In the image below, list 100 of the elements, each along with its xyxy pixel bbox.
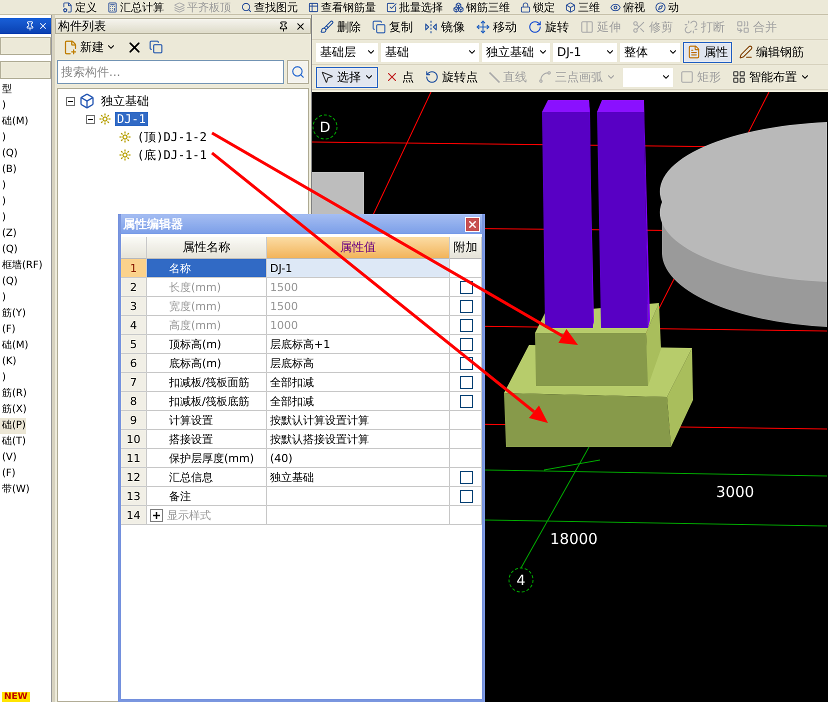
toolbar-button[interactable]: 动 [655, 0, 679, 14]
toolbar-button[interactable]: 旋转点 [421, 66, 482, 88]
toolbar-button[interactable]: 属性 [683, 42, 732, 62]
dropdown-field[interactable]: 基础 [381, 42, 479, 62]
dropdown-field[interactable]: DJ-1 [553, 42, 617, 62]
row-number: 2 [121, 278, 147, 297]
list-item[interactable]: (K) [0, 354, 16, 370]
new-badge: NEW [2, 692, 30, 702]
checkbox[interactable] [460, 490, 472, 502]
list-item[interactable]: ) [0, 194, 6, 210]
search-field[interactable]: 搜索构件... [57, 60, 284, 84]
list-item[interactable]: 带(W) [0, 482, 30, 498]
checkbox[interactable] [460, 376, 472, 388]
list-item[interactable]: 框墙(RF) [0, 258, 43, 274]
toolbar-button[interactable]: 移动 [472, 16, 521, 38]
checkbox[interactable] [460, 394, 472, 408]
row-number: 12 [121, 468, 147, 487]
list-item[interactable]: ) [0, 210, 6, 226]
list-item[interactable]: (V) [0, 450, 17, 466]
list-item[interactable]: 础(M) [0, 114, 28, 130]
property-value[interactable]: 按默认搭接设置计算 [267, 430, 450, 449]
list-item[interactable]: 筋(R) [0, 386, 27, 402]
list-item[interactable]: (F) [0, 466, 16, 482]
property-name: 汇总信息 [147, 468, 267, 487]
trim-icon [632, 20, 646, 34]
dialog-title: 属性编辑器 [123, 216, 183, 232]
property-name: 名称 [147, 259, 267, 278]
close-icon[interactable] [295, 20, 306, 32]
toolbar-button[interactable]: 复制 [368, 16, 417, 38]
header-cell [121, 237, 147, 259]
tree-item[interactable]: 独立基础 [99, 92, 151, 110]
list-item[interactable]: 础(P) [0, 418, 26, 434]
copy-icon[interactable] [149, 40, 163, 54]
collapse-icon[interactable] [86, 114, 95, 124]
search-button[interactable] [287, 60, 309, 84]
property-value[interactable]: 层底标高 [267, 354, 450, 373]
list-item[interactable]: 筋(Y) [0, 306, 26, 322]
list-item[interactable]: 型 [0, 82, 12, 98]
property-name: 计算设置 [147, 411, 267, 430]
list-item[interactable]: (F) [0, 322, 16, 338]
sun-icon [119, 149, 131, 161]
toolbar-button[interactable]: 删除 [316, 16, 365, 38]
toolbar-button[interactable]: 智能布置 [728, 66, 814, 88]
property-value[interactable]: 全部扣减 [267, 373, 450, 392]
checkbox[interactable] [460, 338, 472, 350]
list-item[interactable]: (Q) [0, 274, 18, 290]
toolbar-button[interactable]: 钢筋三维 [453, 0, 510, 14]
toolbar-button[interactable]: 查找图元 [241, 0, 298, 14]
close-icon[interactable] [38, 21, 48, 31]
toolbar-button[interactable]: 三维 [565, 0, 600, 14]
list-item[interactable]: ) [0, 98, 6, 114]
new-button[interactable]: 新建 [59, 36, 120, 58]
toolbar-button[interactable]: 点 [381, 66, 418, 88]
copy-icon [372, 20, 386, 34]
property-value[interactable]: (40) [267, 449, 450, 468]
list-item[interactable]: ) [0, 370, 6, 386]
toolbar-button[interactable]: 旋转 [524, 16, 573, 38]
property-value[interactable]: 按默认计算设置计算 [267, 411, 450, 430]
list-item[interactable]: (B) [0, 162, 17, 178]
tree-item[interactable]: DJ-1 [115, 112, 148, 126]
list-item[interactable]: 筋(X) [0, 402, 27, 418]
dropdown-field[interactable]: 独立基础 [482, 42, 550, 62]
toolbar-button[interactable]: 选择 [316, 66, 378, 88]
list-item[interactable]: (Z) [0, 226, 17, 242]
property-name: 备注 [147, 487, 267, 506]
dropdown-field[interactable]: 基础层 [316, 42, 378, 62]
list-item[interactable]: ) [0, 178, 6, 194]
close-button[interactable] [465, 216, 480, 232]
list-item[interactable]: 础(M) [0, 338, 28, 354]
toolbar-button[interactable]: 锁定 [520, 0, 555, 14]
checkbox[interactable] [460, 470, 472, 484]
list-item[interactable]: (Q) [0, 146, 18, 162]
toolbar-button[interactable]: 汇总计算 [107, 0, 164, 14]
property-value[interactable]: 独立基础 [267, 468, 450, 487]
list-item[interactable]: (Q) [0, 242, 18, 258]
row-number: 6 [121, 354, 147, 373]
list-item[interactable]: 础(T) [0, 434, 26, 450]
toolbar-button[interactable]: 批量选择 [386, 0, 443, 14]
property-value[interactable]: DJ-1 [267, 259, 450, 278]
collapse-icon[interactable] [66, 96, 75, 106]
toolbar-button[interactable]: 查看钢筋量 [308, 0, 376, 14]
toolbar-button[interactable]: 俯视 [610, 0, 645, 14]
property-value[interactable]: 全部扣减 [267, 392, 450, 411]
dropdown-field[interactable]: 整体 [620, 42, 680, 62]
toolbar-button[interactable]: 定义 [62, 0, 97, 14]
point-icon [385, 70, 399, 84]
tool-icon [655, 2, 666, 12]
tree-item[interactable]: (顶)DJ-1-2 [135, 128, 209, 146]
toolbar-button[interactable]: 镜像 [420, 16, 469, 38]
list-item[interactable]: ) [0, 290, 6, 306]
pin-icon[interactable] [278, 20, 289, 32]
list-item[interactable]: ) [0, 130, 6, 146]
property-value[interactable]: 层底标高+1 [267, 335, 450, 354]
pin-icon[interactable] [25, 21, 35, 31]
toolbar-button[interactable]: 编辑钢筋 [735, 42, 808, 62]
dropdown-field[interactable] [623, 68, 673, 86]
tree-item[interactable]: (底)DJ-1-1 [135, 146, 209, 164]
new-icon [63, 40, 78, 54]
row-number: 13 [121, 487, 147, 506]
tool-icon [174, 2, 185, 12]
